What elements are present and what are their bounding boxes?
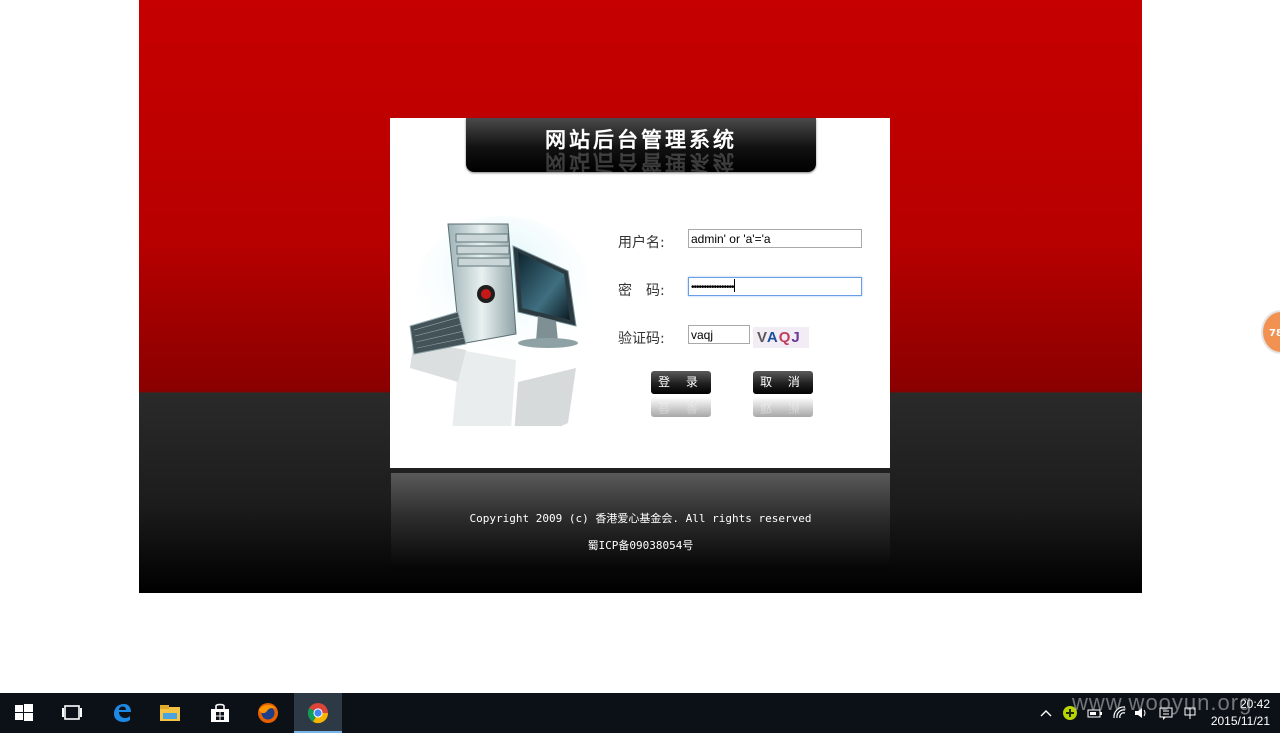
copyright-text: Copyright 2009 (c) 香港爱心基金会. All rights r… <box>469 512 812 525</box>
page-title-reflection: 网站后台管理系统 <box>545 150 737 172</box>
store-icon <box>211 703 229 722</box>
chrome-button[interactable] <box>294 693 342 733</box>
captcha-input[interactable]: vaqj <box>688 325 750 344</box>
title-banner: 网站后台管理系统 网站后台管理系统 <box>466 118 816 172</box>
login-button[interactable]: 登 录 <box>651 371 711 394</box>
captcha-char: A <box>766 329 779 346</box>
password-label: 密 码: <box>618 283 665 299</box>
icp-record[interactable]: 蜀ICP备09038054号 <box>391 537 890 553</box>
cancel-button-reflection: 取 消 <box>753 397 813 417</box>
chrome-icon <box>307 703 329 724</box>
start-button[interactable] <box>0 693 48 733</box>
side-float-badge[interactable]: 78 <box>1261 310 1280 354</box>
chevron-up-icon[interactable] <box>1038 705 1054 721</box>
edge-button[interactable] <box>98 693 146 733</box>
captcha-image[interactable]: VAQJ <box>753 327 809 348</box>
username-input[interactable]: admin' or 'a'='a <box>688 229 862 248</box>
firefox-icon <box>258 703 278 723</box>
cancel-button[interactable]: 取 消 <box>753 371 813 394</box>
file-explorer-icon <box>160 705 180 721</box>
username-label: 用户名: <box>618 235 665 251</box>
captcha-label: 验证码: <box>618 331 665 347</box>
watermark-text: www.wooyun.org <box>1072 690 1253 715</box>
password-input[interactable]: ••••••••••••••••• <box>688 277 862 296</box>
page-footer: Copyright 2009 (c) 香港爱心基金会. All rights r… <box>391 473 890 570</box>
computer-illustration <box>409 216 588 426</box>
file-explorer-button[interactable] <box>146 693 194 733</box>
edge-icon <box>114 704 131 722</box>
captcha-char: V <box>757 329 767 346</box>
login-panel: 网站后台管理系统 网站后台管理系统 用户名: admin' or 'a'='a … <box>390 118 890 468</box>
login-button-reflection: 登 录 <box>651 397 711 417</box>
task-view-icon <box>62 705 82 720</box>
start-icon <box>15 704 33 721</box>
firefox-button[interactable] <box>244 693 292 733</box>
text-caret <box>733 279 735 292</box>
store-button[interactable] <box>196 693 244 733</box>
captcha-char: J <box>791 329 801 346</box>
task-view-button[interactable] <box>48 693 96 733</box>
password-masked-value: ••••••••••••••••• <box>691 282 735 293</box>
captcha-char: Q <box>778 329 792 346</box>
